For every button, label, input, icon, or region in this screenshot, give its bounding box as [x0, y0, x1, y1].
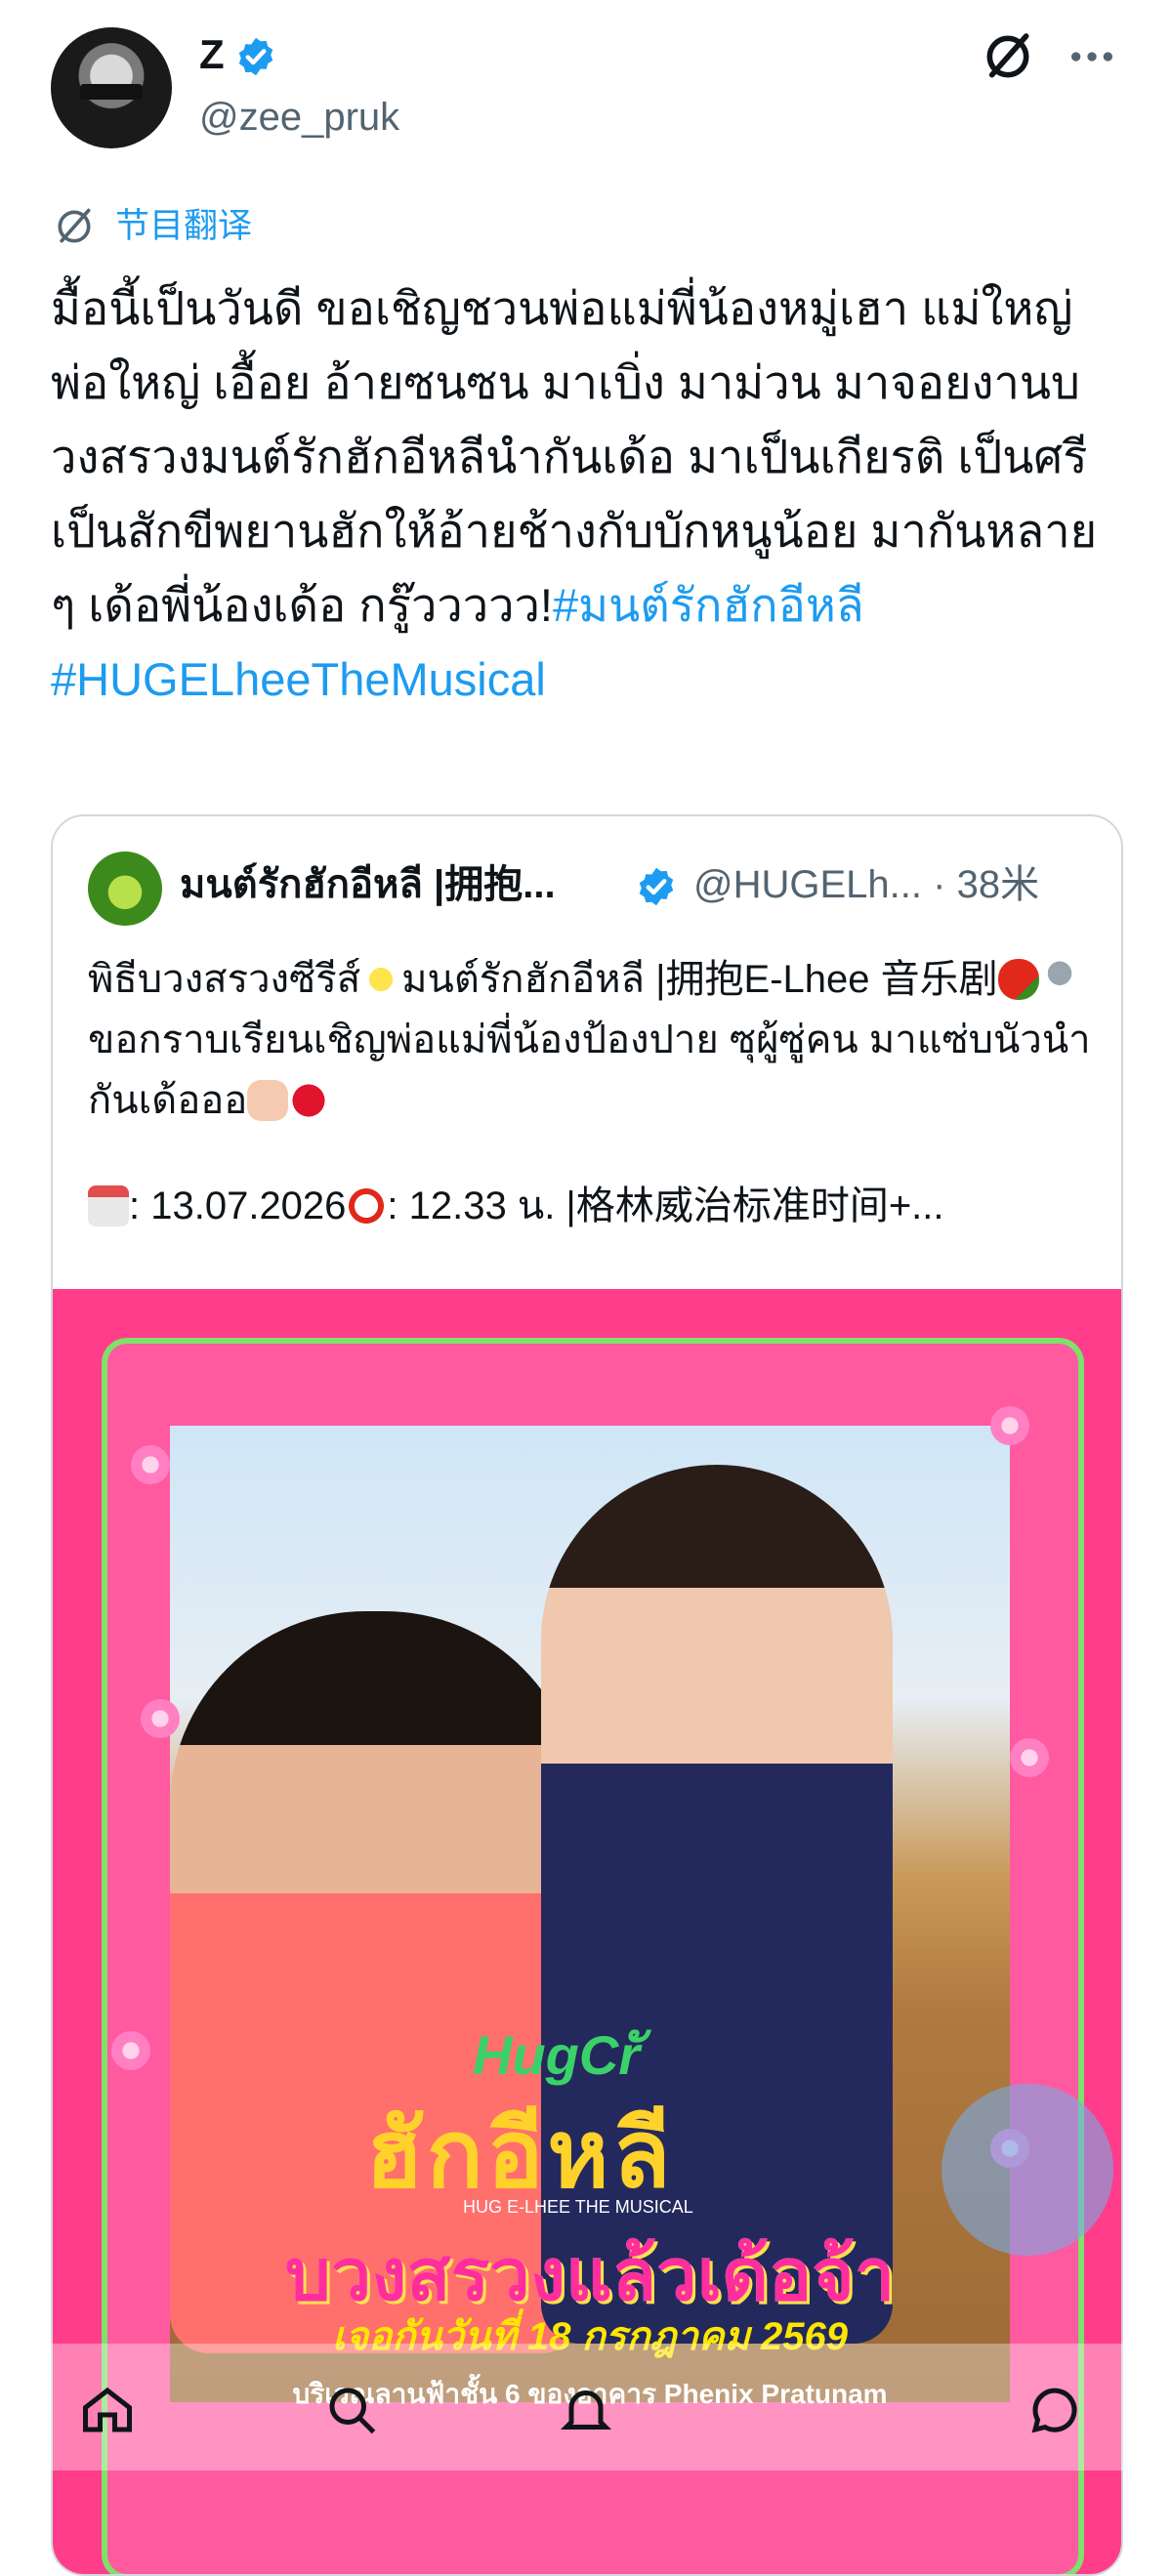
quoted-tweet[interactable]: มนต์รักฮักอีหลี |拥抱... @HUGELh... · 38米 … [51, 814, 1123, 2576]
flower-decoration [131, 1445, 170, 1484]
translate-icon[interactable] [53, 205, 96, 248]
microphone-icon [1038, 959, 1080, 1000]
author-name[interactable]: Z [199, 29, 225, 80]
notifications-icon[interactable] [557, 2381, 615, 2439]
flower-decoration [1010, 1738, 1049, 1777]
flower-decoration [141, 1699, 180, 1738]
heart-icon [288, 1080, 330, 1121]
quote-author-avatar[interactable] [88, 852, 162, 926]
event-time: : 12.33 น. |格林威治标准时间+... [387, 1184, 944, 1227]
messages-icon[interactable] [1026, 2381, 1084, 2439]
quote-author-handle[interactable]: @HUGELh... · 38米 [693, 859, 1039, 910]
author-avatar[interactable] [51, 27, 172, 148]
quote-body: พิธีบวงสรวงซีรีส์ มนต์รักฮักอีหลี |拥抱E-Lh… [88, 949, 1094, 1131]
search-icon[interactable] [322, 2381, 381, 2439]
sparkles-icon [360, 959, 402, 1000]
quote-date-line: : 13.07.2026 : 12.33 น. |格林威治标准时间+... [88, 1176, 1104, 1236]
tweet-body: มื้อนี้เป็นวันดี ขอเชิญชวนพ่อแม่พี่น้องห… [51, 271, 1125, 717]
chili-icon [997, 959, 1039, 1000]
hashtag-link[interactable]: #มนต์รักฮักอีหลี [553, 579, 864, 631]
flower-decoration [111, 2031, 150, 2070]
hashtag-link[interactable]: #HUGELheeTheMusical [51, 653, 546, 705]
quote-time: · 38米 [933, 863, 1040, 906]
quote-text-1: พิธีบวงสรวงซีรีส์ [88, 958, 361, 1001]
verified-badge-icon [639, 867, 674, 906]
alarm-clock-icon [346, 1185, 388, 1226]
floating-action-button[interactable] [942, 2084, 1113, 2256]
verified-badge-icon [238, 37, 273, 76]
flower-decoration [990, 1406, 1029, 1445]
translate-button[interactable]: 节目翻译 [115, 203, 252, 250]
quote-text-2: มนต์รักฮักอีหลี |拥抱E-Lhee 音乐剧 [401, 958, 998, 1001]
more-icon[interactable] [1065, 29, 1119, 84]
quote-text-3: ขอกราบเรียนเชิญพ่อแม่พี่น้องป้องปาย ซุผู… [88, 1018, 1091, 1122]
quote-author-name[interactable]: มนต์รักฮักอีหลี |拥抱... [180, 859, 629, 910]
poster-subtitle: HUG E-LHEE THE MUSICAL [463, 2197, 693, 2217]
event-date: : 13.07.2026 [129, 1184, 347, 1227]
folded-hands-icon [247, 1080, 289, 1121]
author-handle[interactable]: @zee_pruk [199, 94, 399, 141]
calendar-icon [88, 1185, 129, 1226]
quote-handle-text: @HUGELh... [693, 863, 923, 906]
bottom-navigation [0, 2344, 1172, 2471]
home-icon[interactable] [78, 2381, 137, 2439]
grok-icon[interactable] [981, 29, 1035, 84]
